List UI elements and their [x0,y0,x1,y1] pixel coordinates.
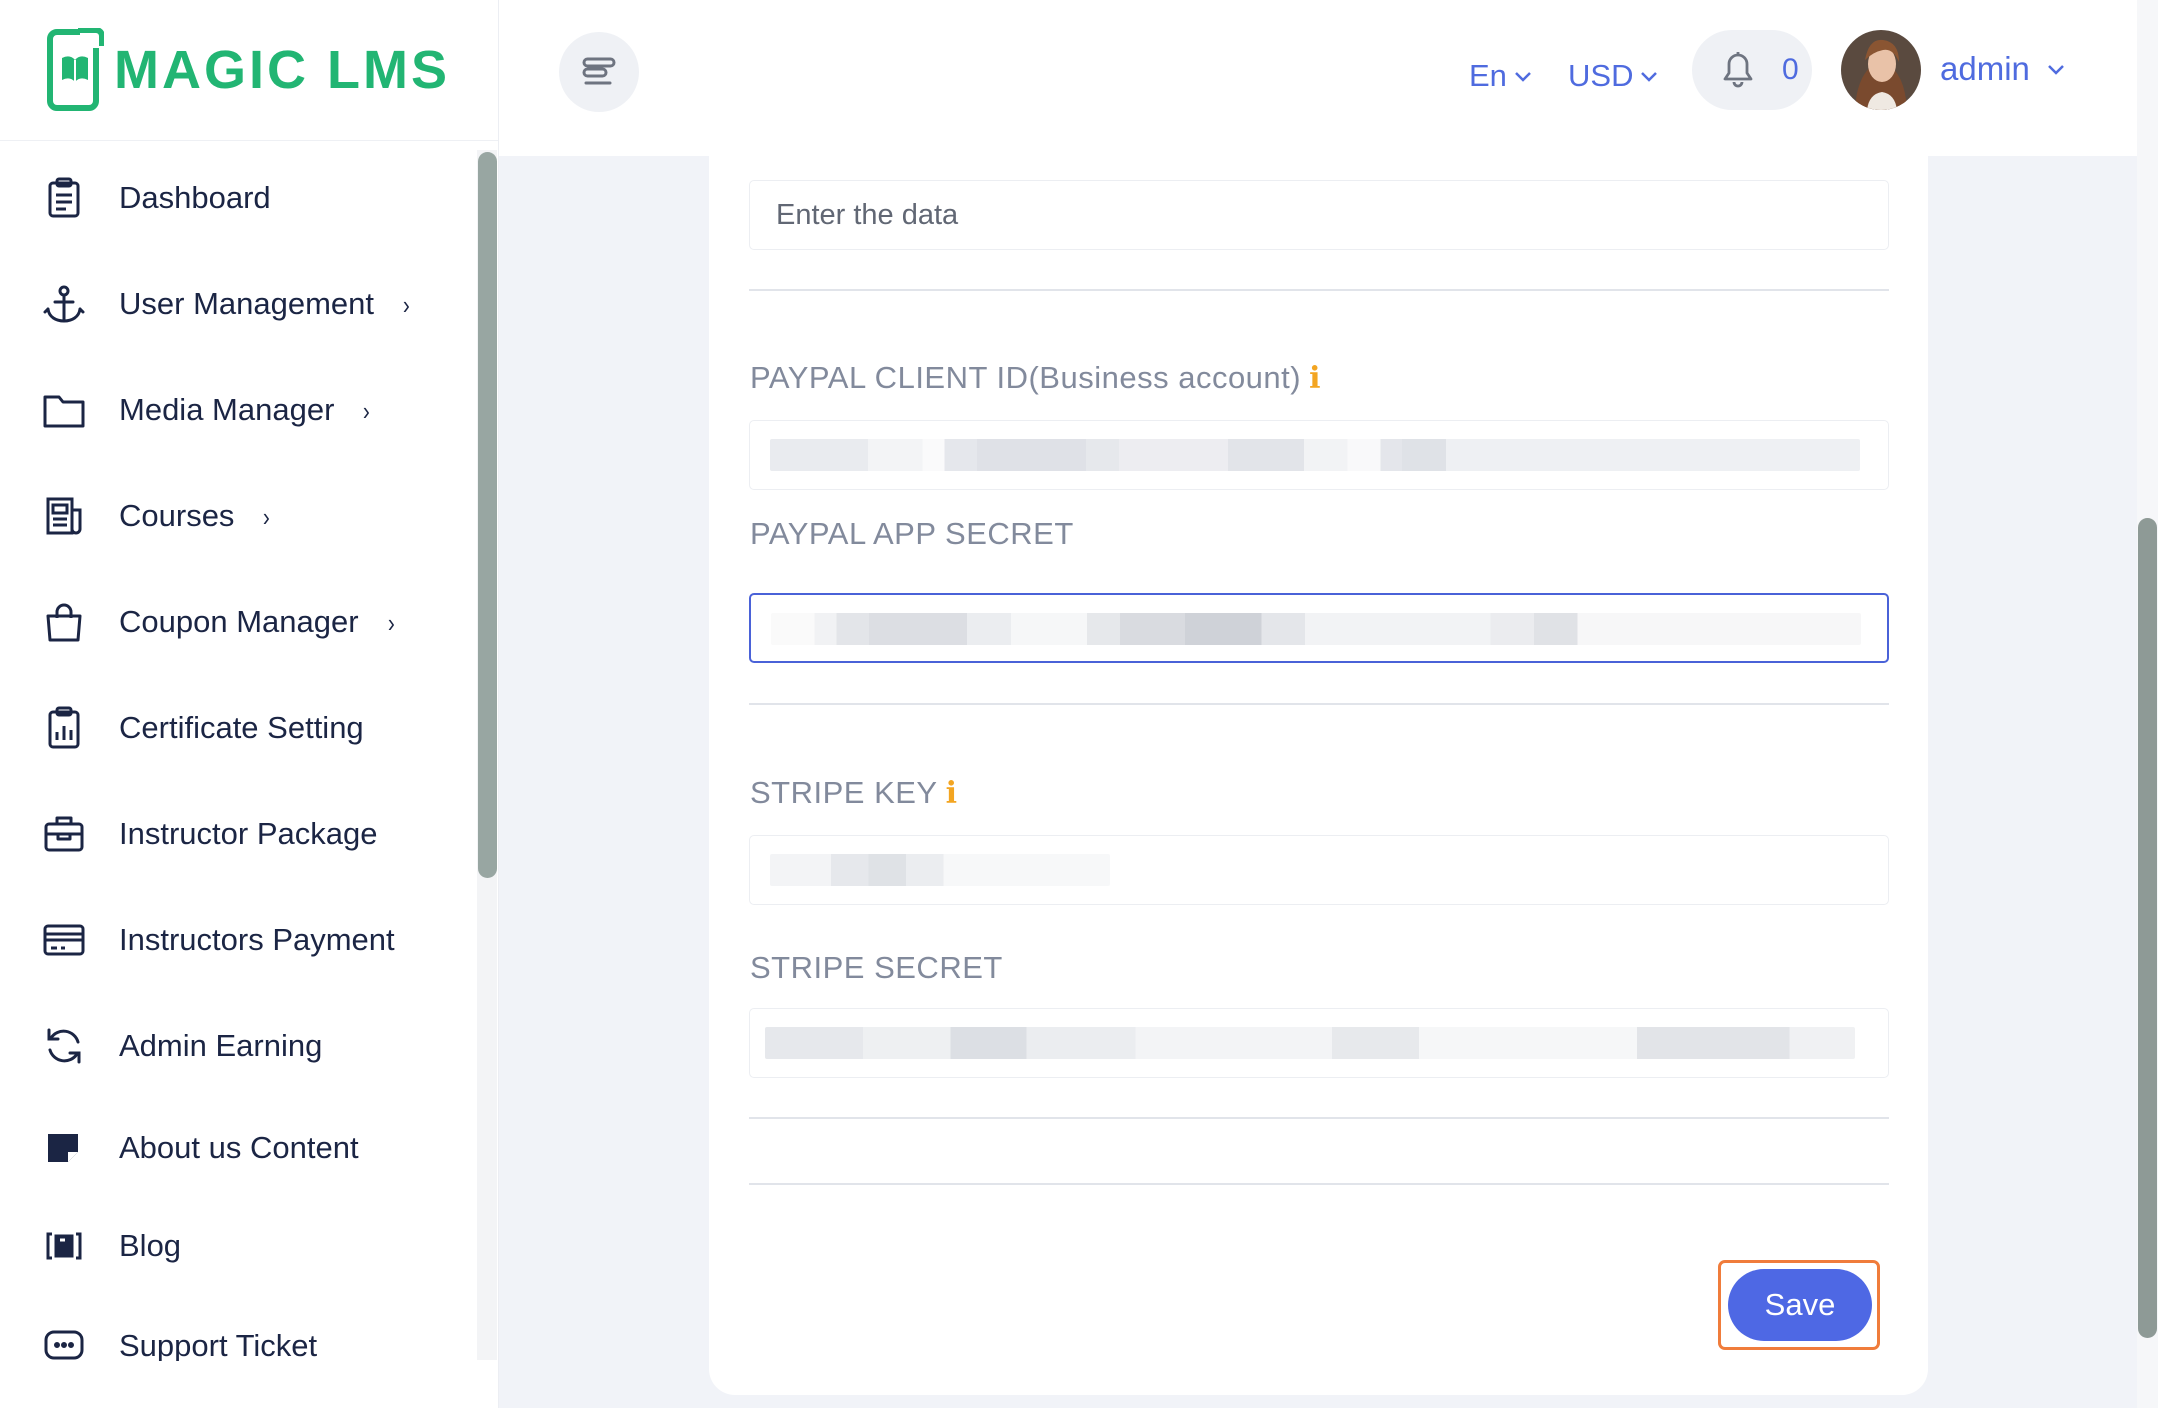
info-icon[interactable]: i [1309,361,1321,396]
notification-count: 0 [1782,53,1799,86]
folder-icon [40,386,88,434]
sidebar-item-label: Blog [119,1228,182,1263]
paypal-client-id-label-text: PAYPAL CLIENT ID(Business account) [750,360,1302,395]
sidebar-item-label: Dashboard [119,180,271,215]
shopping-bag-icon [40,598,88,646]
sidebar-item-blog[interactable]: Blog [0,1201,470,1291]
info-icon[interactable]: i [946,776,958,811]
briefcase-icon [40,810,88,858]
refresh-icon [40,1022,88,1070]
brand[interactable]: MAGIC LMS [0,0,498,141]
paypal-client-id-field[interactable] [749,420,1889,490]
paypal-app-secret-label: PAYPAL APP SECRET [750,516,1074,552]
user-menu[interactable]: admin [1940,50,2066,88]
chevron-down-icon [2048,65,2064,75]
settings-form-card: PAYPAL CLIENT ID(Business account) i PAY… [709,130,1928,1395]
newspaper-icon [40,492,88,540]
sidebar-item-label: Certificate Setting [119,710,364,745]
language-selector[interactable]: En [1469,58,1533,94]
paypal-client-id-label: PAYPAL CLIENT ID(Business account) i [750,360,1321,396]
sidebar-item-instructors-payment[interactable]: Instructors Payment [0,895,470,985]
masked-value [765,1027,1855,1059]
section-divider [749,1117,1889,1119]
main-scrollbar-thumb[interactable] [2138,518,2157,1338]
sidebar-item-courses[interactable]: Courses › [0,471,470,561]
sidebar-item-label: Support Ticket [119,1328,318,1361]
notifications-button[interactable]: 0 [1692,30,1812,110]
avatar[interactable] [1841,30,1921,110]
anchor-icon [40,280,88,328]
sidebar-item-label: Courses [119,498,235,533]
sidebar-item-label: User Management [119,286,375,321]
masked-value [771,613,1861,645]
brand-logo-icon [47,28,104,111]
sidebar-item-certificate-setting[interactable]: Certificate Setting [0,683,470,773]
chevron-down-icon [1515,72,1531,82]
blog-icon [40,1222,88,1270]
stripe-secret-label-text: STRIPE SECRET [750,950,1003,985]
sidebar-item-label: Admin Earning [119,1028,323,1063]
menu-lines-icon [582,57,616,85]
chevron-right-icon: › [263,502,271,532]
sidebar-item-instructor-package[interactable]: Instructor Package [0,789,470,879]
masked-value [770,439,1860,471]
data-field[interactable] [749,180,1889,250]
credit-card-icon [40,916,88,964]
stripe-key-label: STRIPE KEY i [750,775,958,811]
section-divider [749,289,1889,291]
sidebar-scrollbar-thumb[interactable] [478,152,497,878]
chevron-right-icon: › [363,396,371,426]
sidebar-item-support-ticket[interactable]: Support Ticket [0,1301,470,1361]
user-photo [1841,30,1921,110]
data-input[interactable] [750,181,1888,249]
sidebar-item-label: Instructor Package [119,816,378,851]
sidebar-item-about-us-content[interactable]: About us Content [0,1103,470,1193]
language-value: En [1469,58,1507,93]
sidebar-item-label: Instructors Payment [119,922,395,957]
chevron-down-icon [1641,72,1658,82]
sticky-note-icon [40,1124,88,1172]
sidebar-item-coupon-manager[interactable]: Coupon Manager › [0,577,470,667]
bell-icon [1723,52,1753,88]
clipboard-chart-icon [40,704,88,752]
stripe-secret-label: STRIPE SECRET [750,950,1003,986]
sidebar-item-user-management[interactable]: User Management › [0,259,470,349]
menu-toggle-button[interactable] [559,32,639,112]
sidebar-item-media-manager[interactable]: Media Manager › [0,365,470,455]
sidebar: MAGIC LMS Dashboard User Management › Me… [0,0,499,1408]
masked-value [770,854,1110,886]
sidebar-item-label: About us Content [119,1130,359,1165]
paypal-app-secret-field[interactable] [749,593,1889,663]
currency-value: USD [1568,58,1634,93]
sidebar-item-label: Media Manager [119,392,335,427]
chevron-right-icon: › [387,608,395,638]
save-button[interactable]: Save [1728,1269,1872,1341]
sidebar-item-admin-earning[interactable]: Admin Earning [0,1001,470,1091]
section-divider [749,703,1889,705]
currency-selector[interactable]: USD [1568,58,1659,94]
section-divider [749,1183,1889,1185]
chat-icon [40,1322,88,1361]
chevron-right-icon: › [402,290,410,320]
stripe-key-field[interactable] [749,835,1889,905]
sidebar-item-label: Coupon Manager [119,604,359,639]
sidebar-nav: Dashboard User Management › Media Manager… [0,141,470,1361]
stripe-secret-field[interactable] [749,1008,1889,1078]
stripe-key-label-text: STRIPE KEY [750,775,938,810]
brand-name: MAGIC LMS [114,40,450,100]
paypal-app-secret-label-text: PAYPAL APP SECRET [750,516,1074,551]
user-name: admin [1940,50,2030,87]
sidebar-item-dashboard[interactable]: Dashboard [0,153,470,243]
clipboard-icon [40,174,88,222]
